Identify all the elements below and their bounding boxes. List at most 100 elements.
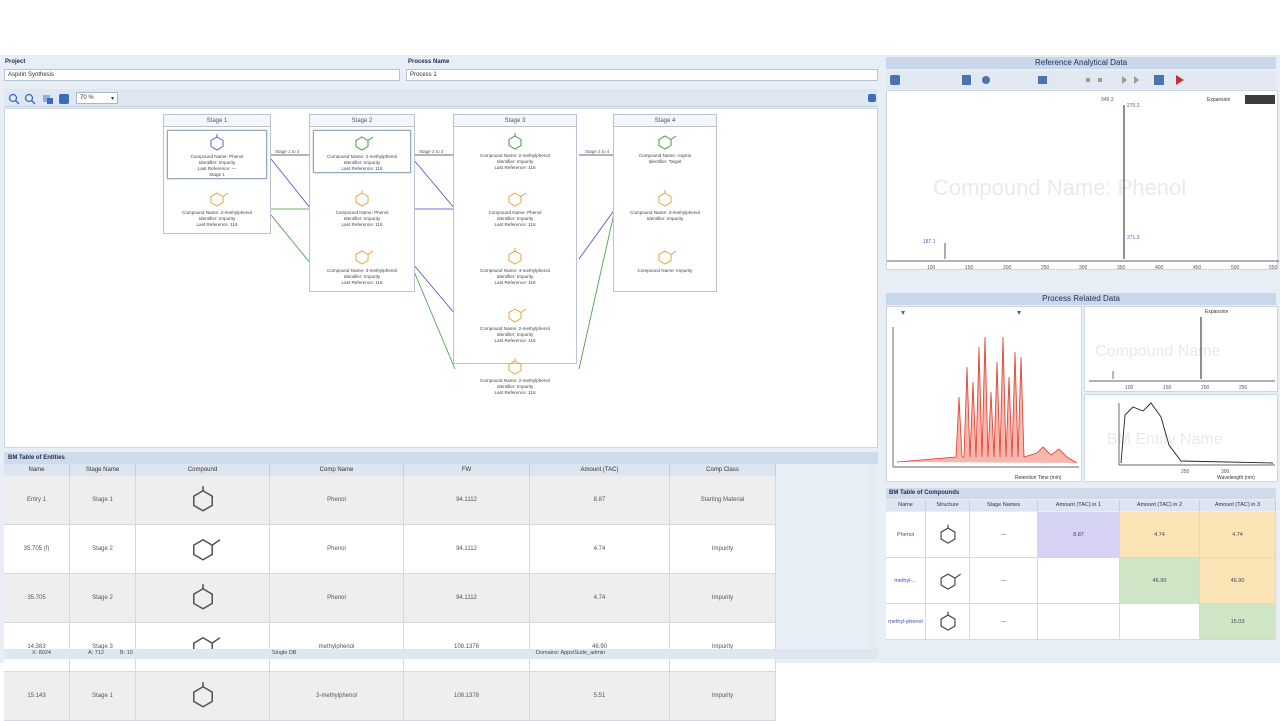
- select-icon[interactable]: [58, 92, 70, 104]
- compounds-cell-name[interactable]: methyl-...: [886, 558, 926, 604]
- column-header[interactable]: Name: [4, 464, 70, 476]
- compounds-cell-stages[interactable]: —: [970, 558, 1038, 604]
- compound-node[interactable]: Compound Name: 2-methylphenol Identifier:…: [457, 130, 573, 171]
- compounds-cell-name[interactable]: Phenol: [886, 512, 926, 558]
- compound-node[interactable]: Compound Name: 3-methylphenol Identifier:…: [313, 245, 411, 286]
- compound-node[interactable]: Compound Name: Aspirin Identifier: Target: [617, 130, 713, 165]
- table-row[interactable]: 35.705 (f) Stage 2 Phenol 94.1112 4.74 Impuri…: [4, 525, 776, 574]
- fit-icon[interactable]: [42, 92, 54, 104]
- compound-node[interactable]: Compound Name: 2-methylphenol Identifier:…: [167, 187, 267, 228]
- compound-text: Last Reference: 116: [494, 390, 536, 395]
- compounds-cell-stages[interactable]: —: [970, 604, 1038, 640]
- compounds-cell-a3[interactable]: 4.74: [1200, 512, 1276, 558]
- column-header[interactable]: FW: [404, 464, 530, 476]
- status-bar: X: 8024 A: 712 B: 10 Single DB Domains: …: [4, 649, 878, 659]
- column-header[interactable]: Comp Class: [670, 464, 776, 476]
- compounds-cell-name[interactable]: methyl-phenol: [886, 604, 926, 640]
- chromatogram-panel[interactable]: Retention Time (min): [886, 306, 1082, 482]
- compound-node[interactable]: Compound Name: 4-methylphenol Identifier:…: [457, 245, 573, 286]
- svg-text:150: 150: [965, 265, 974, 271]
- compounds-cell-a3[interactable]: 46.90: [1200, 558, 1276, 604]
- compound-node[interactable]: Compound Name: 2-methylphenol Identifier:…: [457, 303, 573, 344]
- status-x: X: 8024: [32, 650, 51, 656]
- cell-name: 35.705 (f): [4, 525, 70, 574]
- svg-text:300: 300: [1079, 265, 1088, 271]
- compound-node[interactable]: Compound Name: 2-methylphenol Identifier:…: [313, 130, 411, 173]
- process-ms-panel[interactable]: Compound Name 100 150 200 250 Expansion: [1084, 306, 1278, 392]
- entities-scrollbar[interactable]: [868, 466, 876, 646]
- compounds-cell-a2[interactable]: 46.90: [1120, 558, 1200, 604]
- table-row[interactable]: 14.383 Stage 3 methylphenol 108.1378 46.90 Im…: [4, 623, 776, 672]
- column-header[interactable]: Amount (TAC): [530, 464, 670, 476]
- compound-node[interactable]: Compound Name: 3-methylphenol Identifier:…: [617, 187, 713, 222]
- molecule-structure: [355, 136, 374, 151]
- compounds-column-header[interactable]: Amount (TAC) in 1: [1038, 500, 1120, 511]
- compounds-structure-cell[interactable]: [926, 604, 970, 640]
- cell-stage: Stage 1: [70, 476, 136, 525]
- app-window: Project Aspirin Synthesis Process Name P…: [0, 55, 1280, 721]
- molecule-structure: [192, 486, 213, 512]
- stage-title: Stage 3: [454, 115, 576, 127]
- project-label: Project: [5, 59, 26, 65]
- stage-box-2[interactable]: Stage 2 Compound Name: 2-methylphenol Iden…: [309, 114, 415, 292]
- compound-text: Identifier: Target: [648, 159, 682, 164]
- compounds-cell-a1[interactable]: 8.87: [1038, 512, 1120, 558]
- stage-box-4[interactable]: Stage 4 Compound Name: Aspirin Identifier:…: [613, 114, 717, 292]
- molecule-structure: [192, 682, 213, 708]
- column-header[interactable]: Stage Name: [70, 464, 136, 476]
- svg-text:271.3: 271.3: [1127, 235, 1140, 241]
- cell-comp: methylphenol: [270, 623, 404, 672]
- table-row[interactable]: 15.143 Stage 1 3-methylphenol 108.1378 5.51 I…: [4, 672, 776, 721]
- uv-plot: 250 300: [1118, 402, 1275, 475]
- compounds-cell-stages[interactable]: —: [970, 512, 1038, 558]
- compounds-cell-a1[interactable]: [1038, 604, 1120, 640]
- expansion-swatch[interactable]: [1245, 95, 1275, 104]
- project-field[interactable]: Aspirin Synthesis: [4, 69, 400, 81]
- stage-box-3[interactable]: Stage 3 Compound Name: 2-methylphenol Iden…: [453, 114, 577, 395]
- status-b: B: 10: [120, 650, 133, 656]
- compounds-cell-a2[interactable]: [1120, 604, 1200, 640]
- compounds-column-header[interactable]: Name: [886, 500, 926, 511]
- compound-text: Last Reference: 116: [494, 222, 536, 227]
- compound-node[interactable]: Compound Name: Impurity: [617, 245, 713, 274]
- column-header[interactable]: Compound: [136, 464, 270, 476]
- column-header[interactable]: Comp Name: [270, 464, 404, 476]
- compounds-structure-cell[interactable]: [926, 512, 970, 558]
- compounds-column-header[interactable]: Amount (TAC) in 3: [1200, 500, 1276, 511]
- reaction-scheme-canvas[interactable]: Stage 1 to 2 Stage 2 to 3 Stage 3 to 4 S…: [4, 108, 878, 448]
- zoom-in-icon[interactable]: [8, 92, 20, 105]
- compounds-cell-a2[interactable]: 4.74: [1120, 512, 1200, 558]
- compound-node[interactable]: Compound Name: Phenol Identifier: Impurit…: [313, 187, 411, 228]
- process-ms-plot: 100 150 200 250: [1089, 317, 1275, 391]
- zoom-out-icon[interactable]: [24, 92, 36, 105]
- uv-panel[interactable]: BM Entity Name 250 300 Wavelength (nm): [1084, 394, 1278, 482]
- reference-spectrum[interactable]: Compound Name: Phenol 948.3 270.3 271.3 187…: [886, 90, 1279, 271]
- molecule-structure: [192, 584, 213, 610]
- structure-cell: [136, 623, 270, 672]
- compounds-column-header[interactable]: Amount (TAC) in 2: [1120, 500, 1200, 511]
- stage-box-1[interactable]: Stage 1 Compound Name: Phenol Identifier: …: [163, 114, 271, 234]
- cell-amount: 4.74: [530, 574, 670, 623]
- compound-node[interactable]: Compound Name: Phenol Identifier: Impurit…: [167, 130, 267, 179]
- cell-amount: 46.90: [530, 623, 670, 672]
- table-row[interactable]: 35.705 Stage 2 Phenol 94.1112 4.74 Impurity: [4, 574, 776, 623]
- svg-text:450: 450: [1193, 265, 1202, 271]
- scheme-toolbar: 70 % ▾: [4, 89, 878, 107]
- panel-pin-icon[interactable]: [868, 94, 876, 102]
- compounds-cell-a1[interactable]: [1038, 558, 1120, 604]
- compounds-cell-a3[interactable]: 15.03: [1200, 604, 1276, 640]
- compound-node[interactable]: Compound Name: 2-methylphenol Identifier:…: [457, 355, 573, 396]
- molecule-structure: [210, 134, 224, 151]
- compounds-structure-cell[interactable]: [926, 558, 970, 604]
- process-name-field[interactable]: Process 1: [406, 69, 878, 81]
- zoom-select[interactable]: 70 % ▾: [76, 92, 118, 104]
- compound-node[interactable]: Compound Name: Phenol Identifier: Impurit…: [457, 187, 573, 228]
- cell-comp: Phenol: [270, 476, 404, 525]
- status-a: A: 712: [88, 650, 104, 656]
- cell-name: 15.143: [4, 672, 70, 721]
- table-row[interactable]: Entry 1 Stage 1 Phenol 94.1112 8.87 Starting …: [4, 476, 776, 525]
- arrow-label-1: Stage 1 to 2: [275, 149, 300, 154]
- svg-text:150: 150: [1163, 385, 1172, 391]
- compounds-column-header[interactable]: Stage Names: [970, 500, 1038, 511]
- compounds-column-header[interactable]: Structure: [926, 500, 970, 511]
